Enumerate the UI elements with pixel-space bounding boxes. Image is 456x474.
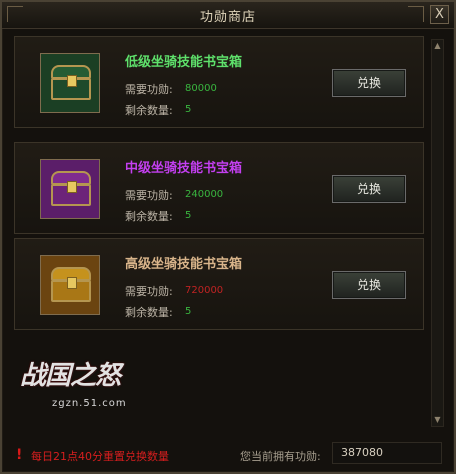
chest-lock-icon (67, 277, 77, 289)
cost-label: 需要功勋: (125, 189, 173, 202)
warning-icon: ! (16, 447, 23, 463)
item-name: 中级坐骑技能书宝箱 (125, 161, 243, 176)
shop-item-high-tier: 高级坐骑技能书宝箱 需要功勋: 720000 剩余数量: 5 兑换 (14, 238, 424, 330)
exchange-button-low-tier[interactable]: 兑换 (332, 69, 406, 97)
remaining-label: 剩余数量: (125, 210, 173, 223)
reset-notice: 每日21点40分重置兑换数量 (31, 450, 169, 463)
remaining-value: 5 (185, 104, 192, 115)
shop-item-mid-tier: 中级坐骑技能书宝箱 需要功勋: 240000 剩余数量: 5 兑换 (14, 142, 424, 234)
title-bar[interactable]: 功勋商店 X (2, 2, 454, 29)
exchange-button-high-tier[interactable]: 兑换 (332, 271, 406, 299)
purple-treasure-chest-icon (40, 159, 100, 219)
owned-merit-value: 387080 (332, 442, 442, 464)
window-title: 功勋商店 (199, 10, 256, 25)
remaining-value: 5 (185, 306, 192, 317)
scroll-down-icon[interactable]: ▼ (432, 415, 443, 425)
shop-item-low-tier: 低级坐骑技能书宝箱 需要功勋: 80000 剩余数量: 5 兑换 (14, 36, 424, 128)
owned-merit-label: 您当前拥有功勋: (240, 450, 321, 463)
logo-url: zgzn.51.com (52, 398, 127, 409)
chest-lock-icon (67, 75, 77, 87)
chest-lock-icon (67, 181, 77, 193)
vertical-scrollbar[interactable]: ▲ ▼ (431, 39, 444, 427)
remaining-value: 5 (185, 210, 192, 221)
close-button[interactable]: X (430, 5, 449, 24)
item-name: 低级坐骑技能书宝箱 (125, 55, 243, 70)
cost-label: 需要功勋: (125, 83, 173, 96)
remaining-label: 剩余数量: (125, 104, 173, 117)
game-logo: 战国之怒 zgzn.51.com (20, 351, 152, 414)
merit-shop-window: 功勋商店 X 低级坐骑技能书宝箱 需要功勋: 80000 剩余数量: 5 兑换 (0, 0, 456, 474)
cost-label: 需要功勋: (125, 285, 173, 298)
cost-value: 80000 (185, 83, 217, 94)
exchange-button-mid-tier[interactable]: 兑换 (332, 175, 406, 203)
cost-value: 720000 (185, 285, 224, 296)
close-icon: X (435, 7, 444, 22)
logo-text: 战国之怒 (20, 361, 121, 391)
cost-value: 240000 (185, 189, 224, 200)
golden-treasure-chest-icon (40, 255, 100, 315)
green-treasure-chest-icon (40, 53, 100, 113)
item-name: 高级坐骑技能书宝箱 (125, 257, 243, 272)
scroll-up-icon[interactable]: ▲ (432, 41, 443, 51)
remaining-label: 剩余数量: (125, 306, 173, 319)
footer-bar: ! 每日21点40分重置兑换数量 您当前拥有功勋: 387080 (2, 433, 454, 472)
